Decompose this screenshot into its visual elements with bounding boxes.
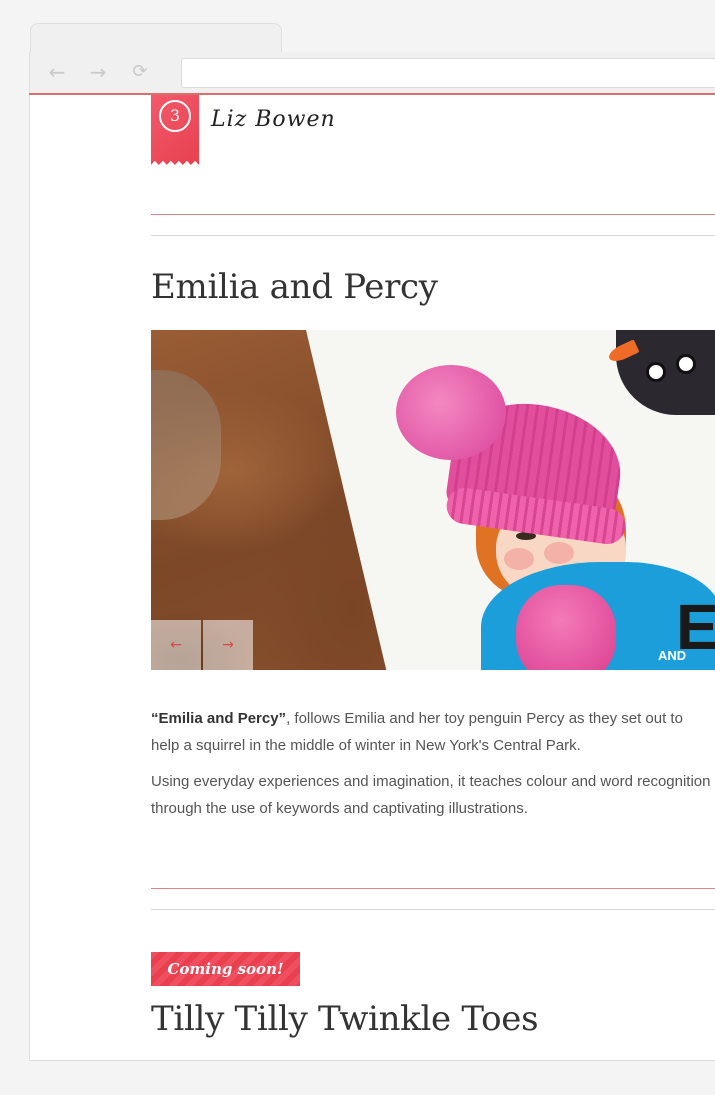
- coming-soon-badge: Coming soon!: [151, 952, 300, 986]
- book-description-2: Using everyday experiences and imaginati…: [151, 773, 711, 817]
- arrow-right-icon: →: [222, 637, 234, 653]
- arrow-left-icon: ←: [170, 637, 182, 653]
- logo-ribbon[interactable]: 3: [151, 95, 199, 165]
- penguin-eye: [676, 354, 696, 374]
- pink-mitten: [516, 585, 616, 670]
- hat-pompom: [396, 365, 506, 460]
- book-title-tilly: Tilly Tilly Twinkle Toes: [151, 999, 539, 1039]
- address-text: [182, 66, 190, 80]
- book-image-slider[interactable]: E AND ← →: [151, 330, 715, 670]
- back-arrow-icon[interactable]: ←: [46, 60, 68, 84]
- reload-icon[interactable]: ⟳: [129, 60, 151, 84]
- book-name-emphasis: “Emilia and Percy”: [151, 710, 287, 727]
- page-viewport: 3 Liz Bowen Emilia and Percy E AND ← → “…: [29, 95, 715, 1061]
- slider-prev-button[interactable]: ←: [151, 620, 201, 670]
- cover-subtitle-text: AND: [658, 648, 687, 663]
- section-divider-red: [151, 888, 715, 889]
- book-description-1: “Emilia and Percy”, follows Emilia and h…: [151, 705, 711, 759]
- signature-logo[interactable]: Liz Bowen: [211, 107, 336, 132]
- section-divider-red: [151, 214, 715, 215]
- browser-tab[interactable]: [30, 23, 282, 54]
- forward-arrow-icon[interactable]: →: [87, 60, 109, 84]
- penguin-eye: [646, 362, 666, 382]
- book-title-emilia: Emilia and Percy: [151, 267, 438, 307]
- address-bar[interactable]: [181, 58, 715, 88]
- girl-cheek: [504, 548, 534, 570]
- slider-next-button[interactable]: →: [203, 620, 253, 670]
- section-divider-grey: [151, 235, 715, 236]
- girl-nose: [544, 542, 574, 564]
- logo-icon: 3: [159, 100, 191, 132]
- section-divider-grey: [151, 909, 715, 910]
